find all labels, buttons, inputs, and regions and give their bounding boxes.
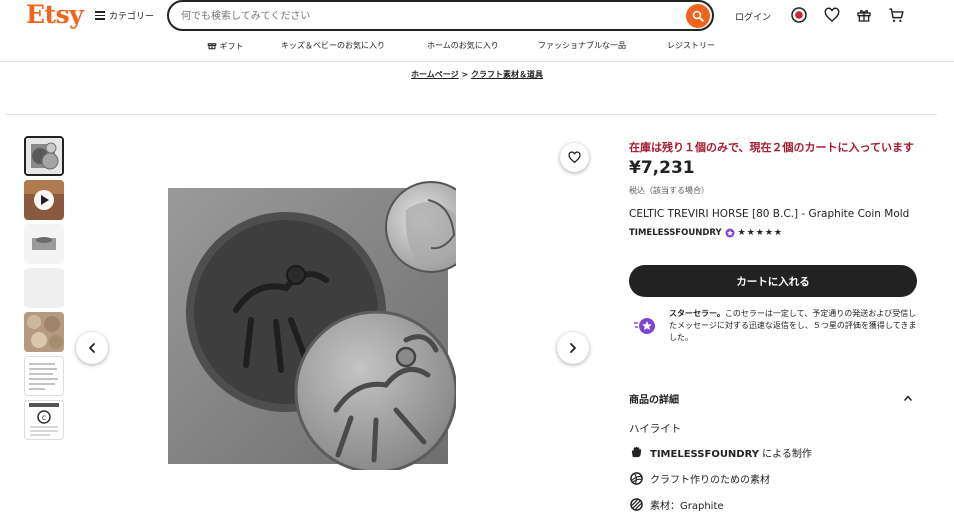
- thumbnail-blank[interactable]: [24, 268, 64, 308]
- breadcrumb-separator: >: [461, 70, 469, 79]
- star-seller-title: スターセラー。: [669, 309, 725, 318]
- deals-button[interactable]: [790, 6, 808, 24]
- search-button[interactable]: [686, 4, 710, 28]
- highlight-maker: TIMELESSFOUNDRY による制作: [629, 445, 812, 460]
- thumbnail-image: c: [25, 401, 63, 439]
- thumbnail-image: [25, 357, 63, 395]
- cart-icon: [888, 7, 904, 22]
- thumbnail-coin-pile[interactable]: [24, 312, 64, 352]
- thumbnail-image: [24, 180, 64, 220]
- next-image-button[interactable]: [557, 332, 589, 364]
- star-seller-badge-icon: [725, 228, 735, 238]
- heart-icon: [824, 7, 840, 22]
- shop-rating-stars: ★★★★★: [737, 228, 783, 238]
- product-price: ¥7,231: [629, 158, 695, 178]
- thumbnail-image: [24, 224, 64, 264]
- search-icon: [692, 10, 704, 22]
- categories-label: カテゴリー: [109, 12, 155, 22]
- chevron-right-icon: [570, 343, 576, 353]
- coin-mold-illustration: [168, 181, 477, 474]
- star-seller-icon: [634, 318, 655, 334]
- thumbnail-image: [26, 138, 62, 174]
- add-to-cart-button[interactable]: カートに入れる: [629, 265, 917, 297]
- categories-menu[interactable]: カテゴリー: [95, 9, 154, 22]
- breadcrumb: ホームページ > クラフト素材＆道具: [0, 69, 954, 80]
- gift-icon: [857, 10, 871, 22]
- hamburger-icon: [95, 11, 105, 20]
- shop-info: TIMELESSFOUNDRY ★★★★★: [629, 228, 783, 238]
- prev-image-button[interactable]: [76, 332, 108, 364]
- search-input[interactable]: [181, 7, 681, 25]
- product-title: CELTIC TREVIRI HORSE [80 B.C.] - Graphit…: [629, 208, 910, 220]
- breadcrumb-divider: [5, 114, 937, 115]
- svg-text:c: c: [42, 413, 46, 422]
- login-link[interactable]: ログイン: [735, 10, 771, 23]
- material-icon: [629, 498, 643, 512]
- favorites-button[interactable]: [823, 6, 841, 24]
- gift-icon: [207, 43, 217, 50]
- hand-icon: [629, 446, 643, 460]
- breadcrumb-home[interactable]: ホームページ: [411, 70, 459, 79]
- tax-note: 税込（該当する場合）: [629, 186, 709, 195]
- shop-name-link[interactable]: TIMELESSFOUNDRY: [629, 228, 722, 238]
- highlight-craft-text: クラフト作りのための素材: [650, 475, 770, 486]
- thumbnail-copyright-notice[interactable]: c: [24, 400, 64, 440]
- item-details-label: 商品の詳細: [629, 395, 679, 406]
- nav-item-gifts[interactable]: ギフト: [207, 40, 244, 52]
- yarn-icon: [629, 472, 643, 486]
- highlight-maker-text: による制作: [759, 449, 812, 460]
- cart-button[interactable]: [887, 6, 905, 24]
- search-bar: [167, 0, 714, 31]
- top-nav: ギフト キッズ＆ベビーのお気に入り ホームのお気に入り ファッショナブルな一品 …: [0, 40, 954, 54]
- favorite-item-button[interactable]: [560, 143, 589, 172]
- header-divider: [0, 61, 954, 62]
- stock-notice: 在庫は残り１個のみで、現在２個のカートに入っています: [629, 141, 915, 154]
- nav-item-fashion[interactable]: ファッショナブルな一品: [538, 40, 626, 51]
- thumbnail-description-note[interactable]: [24, 356, 64, 396]
- highlight-craft-supplies: クラフト作りのための素材: [629, 471, 770, 486]
- highlight-material: 素材：Graphite: [629, 497, 724, 512]
- highlight-material-text: 素材：Graphite: [650, 501, 724, 512]
- highlights-heading: ハイライト: [629, 423, 682, 435]
- chevron-left-icon: [89, 343, 95, 353]
- breadcrumb-category[interactable]: クラフト素材＆道具: [471, 70, 543, 79]
- nav-item-registry[interactable]: レジストリー: [667, 40, 715, 51]
- thumbnail-coin-mold[interactable]: [24, 136, 64, 176]
- gift-button[interactable]: [855, 6, 873, 24]
- nav-item-home[interactable]: ホームのお気に入り: [427, 40, 499, 51]
- thumbnail-mold-side[interactable]: [24, 224, 64, 264]
- star-seller-info: スターセラー。このセラーは一定して、予定通りの発送および受信したメッセージに対す…: [669, 308, 919, 344]
- heart-icon: [568, 151, 581, 164]
- nav-item-kids[interactable]: キッズ＆ベビーのお気に入り: [281, 40, 385, 51]
- chevron-up-icon: [904, 395, 912, 401]
- thumbnail-image: [24, 312, 64, 352]
- thumbnail-video[interactable]: [24, 180, 64, 220]
- nav-gifts-label: ギフト: [219, 42, 244, 51]
- etsy-logo[interactable]: Etsy: [26, 0, 84, 29]
- product-main-image[interactable]: [166, 170, 477, 474]
- deals-icon: [791, 7, 807, 23]
- item-details-toggle[interactable]: 商品の詳細: [629, 391, 917, 406]
- highlight-maker-shop[interactable]: TIMELESSFOUNDRY: [650, 449, 759, 460]
